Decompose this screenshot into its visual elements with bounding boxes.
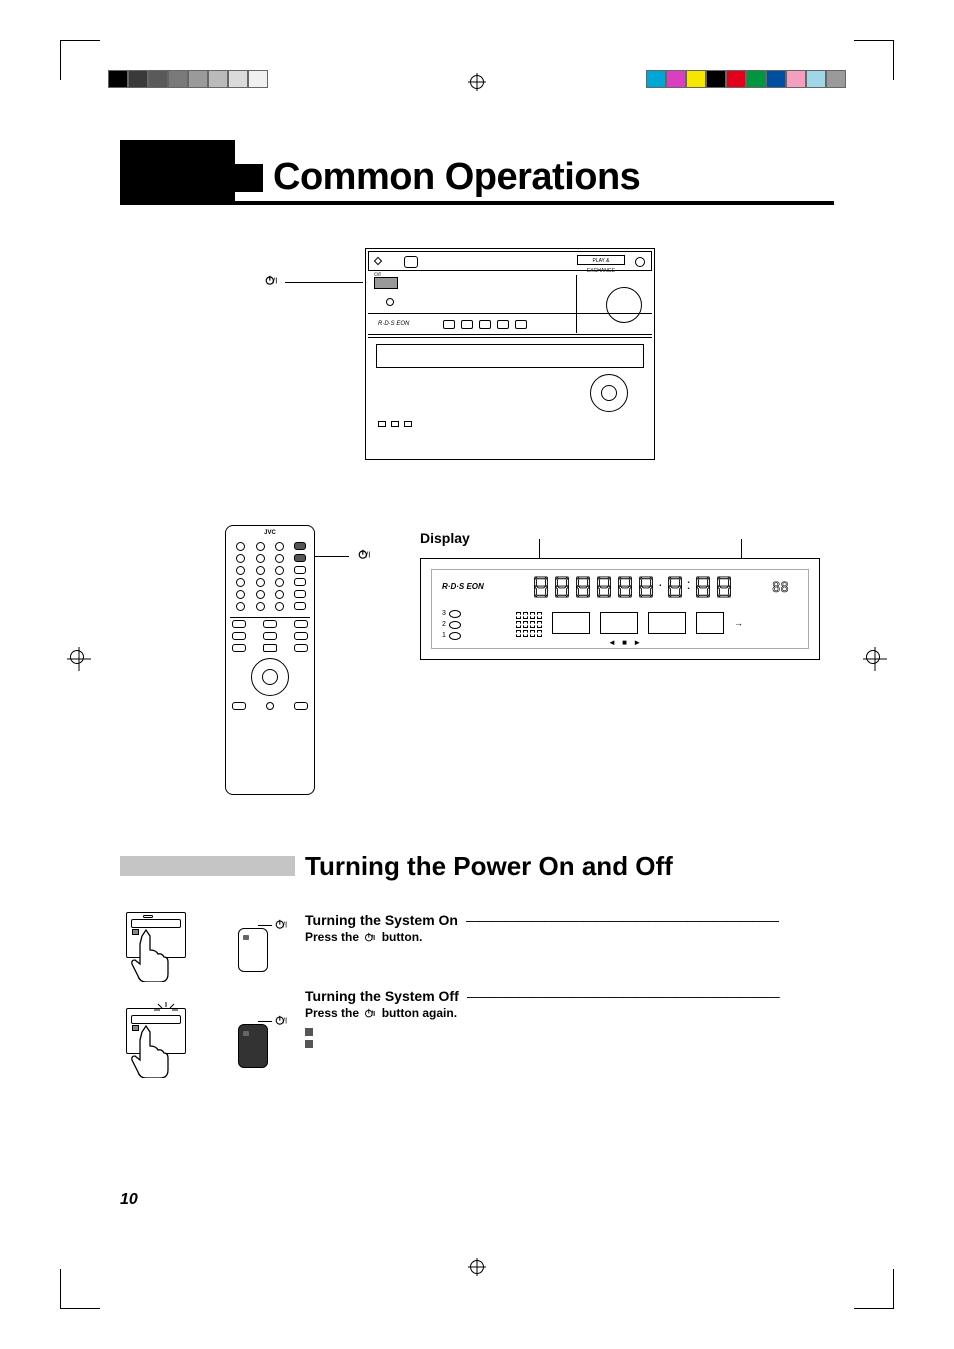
registration-mark-icon: [470, 75, 484, 89]
remote-control-figure: JVC /I: [225, 525, 315, 795]
page-number: 10: [120, 1191, 138, 1209]
heading-rule: ————————————————————————: [467, 988, 834, 1004]
rds-label: R·D·S EON: [378, 321, 409, 327]
mini-remote-icon: [238, 1024, 268, 1068]
note-bullets: [305, 1028, 834, 1048]
grayscale-swatches: [108, 70, 268, 88]
heading-rule: ————————————————————————: [466, 912, 834, 928]
svg-text:/I: /I: [372, 933, 376, 942]
remote-power-callout: /I: [358, 548, 370, 563]
side-registration: [866, 650, 884, 668]
crop-mark: [854, 40, 894, 80]
section-title: Turning the Power On and Off: [305, 851, 673, 882]
crop-mark: [854, 1269, 894, 1309]
remote-brand: JVC: [226, 530, 314, 536]
volume-knob-icon: [606, 287, 642, 323]
chapter-heading: Common Operations: [120, 140, 834, 205]
turning-off-instruction: Press the /I button again.: [305, 1006, 834, 1022]
color-swatches: [646, 70, 846, 88]
heading-bullet-icon: [235, 164, 263, 192]
svg-text:/I: /I: [366, 550, 370, 560]
registration-mark-icon: [470, 1260, 484, 1274]
seven-seg-row: ·:: [532, 576, 733, 598]
svg-text:/I: /I: [273, 276, 277, 286]
remote-power-symbol: /I: [275, 918, 287, 933]
disc-tray-label: PLAY & EXCHANGE: [577, 255, 625, 265]
side-registration: [70, 650, 88, 668]
remote-power-symbol: /I: [275, 1014, 287, 1029]
main-unit-figure: /I PLAY & EXCHANGE ⏻/I R·D·S EON: [345, 240, 655, 460]
power-symbol-inline-icon: /I: [364, 931, 376, 946]
display-panel-figure: R·D·S EON ·: 88 3 2 1: [420, 558, 820, 660]
power-button: [374, 277, 398, 289]
hand-press-icon: [124, 1024, 170, 1083]
mini-remote-icon: [238, 928, 268, 972]
page-title: Common Operations: [273, 156, 640, 199]
svg-text:/I: /I: [283, 1017, 287, 1026]
callout-line: [285, 282, 363, 283]
seven-seg-small: 88: [772, 578, 798, 596]
display-rds-label: R·D·S EON: [442, 582, 484, 591]
power-symbol-inline-icon: /I: [364, 1007, 376, 1022]
chapter-tab: [120, 140, 235, 205]
crop-mark: [60, 1269, 100, 1309]
power-symbol-callout: /I: [265, 274, 277, 289]
svg-text:/I: /I: [372, 1009, 376, 1018]
display-title: Display: [420, 530, 824, 546]
remote-dpad-icon: [251, 658, 289, 696]
jog-dial-icon: [590, 374, 628, 412]
power-section: Turning the Power On and Off /I: [120, 850, 834, 1104]
disc-indicators: 3 2 1: [442, 608, 461, 641]
turning-on-instruction: Press the /I button.: [305, 930, 834, 946]
hand-press-icon: [124, 928, 170, 987]
svg-text:/I: /I: [283, 921, 287, 930]
turning-off-heading: Turning the System Off: [305, 988, 459, 1004]
turning-on-heading: Turning the System On: [305, 912, 458, 928]
display-section: Display R·D·S EON ·: 88 3 2 1: [420, 530, 824, 660]
crop-mark: [60, 40, 100, 80]
svg-text:88: 88: [772, 580, 789, 595]
section-bar: [120, 856, 295, 876]
